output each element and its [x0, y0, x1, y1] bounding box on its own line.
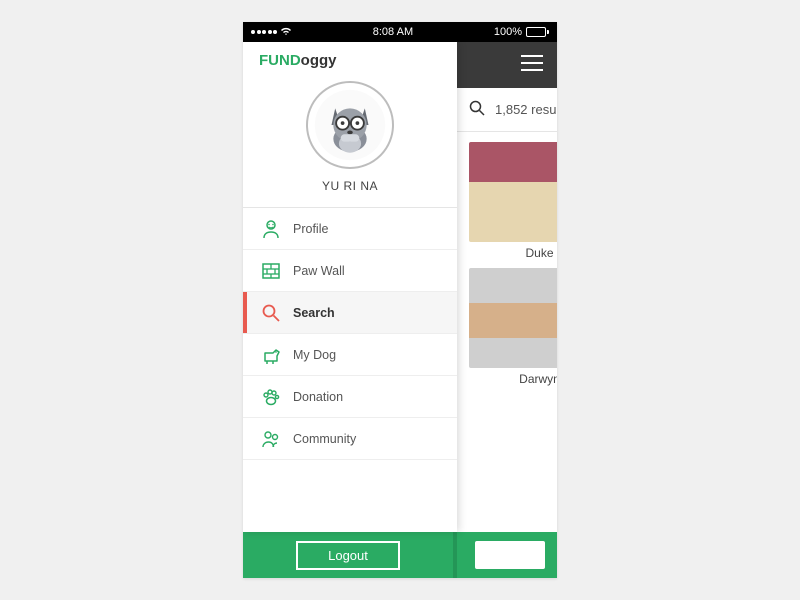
avatar[interactable]	[306, 81, 394, 169]
nav-item-paw-wall[interactable]: Paw Wall	[243, 250, 457, 292]
action-button[interactable]	[475, 541, 545, 569]
status-bar: 8:08 AM 100%	[243, 22, 557, 42]
result-card[interactable]: Duke	[469, 142, 557, 260]
search-icon	[261, 303, 281, 323]
nav-label: Donation	[293, 390, 343, 404]
search-icon	[469, 100, 485, 119]
dog-photo	[469, 142, 557, 242]
nav-item-search[interactable]: Search	[243, 292, 457, 334]
nav-item-my-dog[interactable]: My Dog	[243, 334, 457, 376]
dog-name: Duke	[469, 246, 557, 260]
dog-icon	[261, 345, 281, 365]
community-icon	[261, 429, 281, 449]
nav-label: My Dog	[293, 348, 336, 362]
dog-name: Darwyn	[469, 372, 557, 386]
status-time: 8:08 AM	[373, 26, 413, 38]
results-count: 1,852 resul	[495, 102, 557, 117]
paw-icon	[261, 387, 281, 407]
logout-button[interactable]: Logout	[296, 541, 400, 570]
nav-drawer: FUNDoggy	[243, 42, 457, 532]
nav-menu: Profile Paw Wall Search My Dog	[243, 207, 457, 532]
nav-item-donation[interactable]: Donation	[243, 376, 457, 418]
nav-label: Search	[293, 306, 335, 320]
logo-part1: FUND	[259, 52, 301, 69]
wifi-icon	[280, 26, 292, 39]
dog-photo	[469, 268, 557, 368]
nav-label: Profile	[293, 222, 328, 236]
status-right: 100%	[494, 26, 549, 38]
nav-item-community[interactable]: Community	[243, 418, 457, 460]
search-row[interactable]: 1,852 resul	[457, 88, 557, 132]
phone-frame: 8:08 AM 100% 1,852 resul Duke	[243, 22, 557, 578]
status-left	[251, 26, 292, 39]
nav-label: Community	[293, 432, 356, 446]
battery-pct: 100%	[494, 26, 522, 38]
logo-part2: oggy	[301, 52, 337, 69]
nav-label: Paw Wall	[293, 264, 345, 278]
app-logo: FUNDoggy	[243, 42, 457, 73]
bottom-bar: Logout	[243, 532, 557, 578]
bottom-left: Logout	[243, 532, 457, 578]
result-card[interactable]: Darwyn	[469, 268, 557, 386]
hamburger-icon[interactable]	[521, 55, 543, 76]
battery-icon	[526, 27, 549, 37]
bottom-right	[457, 532, 557, 578]
user-block: YU RI NA	[243, 73, 457, 207]
username: YU RI NA	[243, 179, 457, 193]
profile-icon	[261, 219, 281, 239]
wall-icon	[261, 261, 281, 281]
signal-dots-icon	[251, 30, 277, 34]
nav-item-profile[interactable]: Profile	[243, 208, 457, 250]
